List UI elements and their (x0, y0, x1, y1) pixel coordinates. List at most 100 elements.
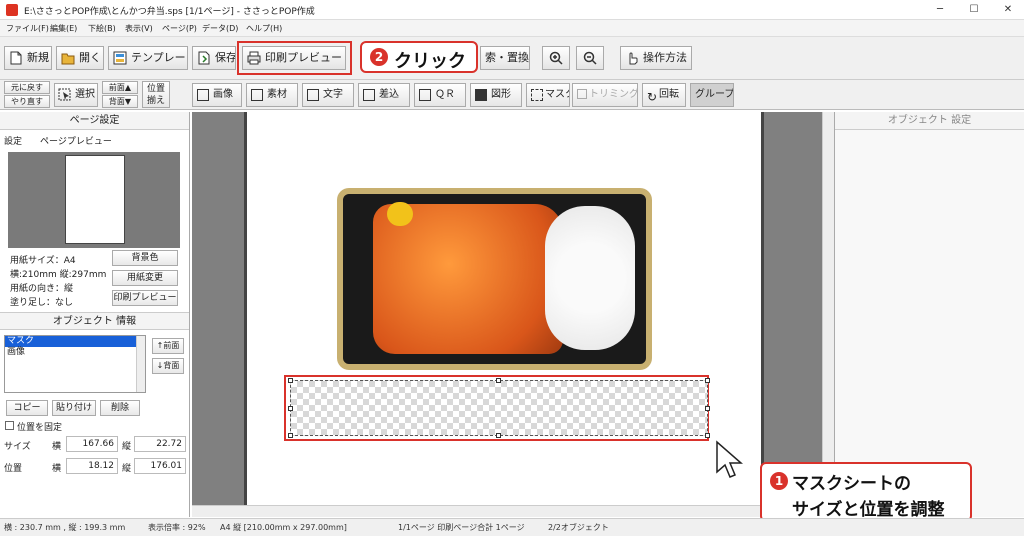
qr-icon (419, 89, 431, 101)
redo-button[interactable]: やり直す (4, 95, 50, 108)
object-list-item-image[interactable]: 画像 (5, 347, 145, 358)
menu-underlay[interactable]: 下絵(B) (88, 23, 116, 34)
text-label: 文字 (323, 89, 343, 100)
minimize-button[interactable]: ─ (928, 2, 952, 18)
paste-button[interactable]: 貼り付け (52, 400, 96, 416)
object-front-button[interactable]: ↑前面 (152, 338, 184, 354)
vertical-scrollbar[interactable] (822, 112, 834, 505)
step1-line2: サイズと位置を調整 (792, 500, 945, 520)
text-icon (307, 89, 319, 101)
close-button[interactable]: ✕ (996, 2, 1020, 18)
menu-file[interactable]: ファイル(F) (6, 23, 49, 34)
status-bar: 横 : 230.7 mm , 縦 : 199.3 mm 表示倍率 : 92% A… (0, 518, 1024, 536)
object-back-button[interactable]: ↓背面 (152, 358, 184, 374)
zoom-out-button[interactable] (576, 46, 604, 70)
trim-button[interactable]: トリミング (572, 83, 638, 107)
template-button[interactable]: テンプレート (108, 46, 188, 70)
tonkatsu-cutlet (373, 204, 563, 354)
qr-button[interactable]: ＱＲ (414, 83, 466, 107)
resize-handle-se[interactable] (705, 433, 710, 438)
search-replace-button[interactable]: 索・置換 (480, 46, 530, 70)
new-button[interactable]: 新規 (4, 46, 52, 70)
paper-orientation-text: 用紙の向き：縦 (10, 284, 74, 294)
save-label: 保存 (215, 51, 236, 64)
status-paper: A4 縦 [210.00mm x 297.00mm] (220, 523, 347, 532)
resize-handle-nw[interactable] (288, 378, 293, 383)
material-icon (251, 89, 263, 101)
text-button[interactable]: 文字 (302, 83, 354, 107)
size-height-field[interactable]: 22.72 (134, 436, 186, 452)
insert-icon (363, 89, 375, 101)
step2-badge: 2 (370, 48, 388, 66)
resize-handle-sw[interactable] (288, 433, 293, 438)
material-button[interactable]: 素材 (246, 83, 298, 107)
horizontal-scrollbar[interactable] (192, 505, 834, 517)
group-button[interactable]: グループ (690, 83, 734, 107)
object-list-item-mask[interactable]: マスク (5, 336, 145, 347)
select-button[interactable]: 選択 (54, 83, 98, 107)
menu-data[interactable]: データ(D) (202, 23, 238, 34)
change-paper-button[interactable]: 用紙変更 (112, 270, 178, 286)
save-button[interactable]: 保存 (192, 46, 236, 70)
menu-edit[interactable]: 編集(E) (50, 23, 77, 34)
position-y-label: 縦 (122, 464, 132, 474)
resize-handle-ne[interactable] (705, 378, 710, 383)
position-y-field[interactable]: 176.01 (134, 458, 186, 474)
help-button[interactable]: 操作方法 (620, 46, 692, 70)
shape-button[interactable]: 図形 (470, 83, 522, 107)
shape-icon (475, 89, 487, 101)
open-folder-icon (61, 53, 75, 65)
open-button[interactable]: 開く (56, 46, 104, 70)
bento-image[interactable] (337, 184, 652, 372)
insert-label: 差込 (379, 89, 399, 100)
undo-button[interactable]: 元に戻す (4, 81, 50, 94)
menu-help[interactable]: ヘルプ(H) (246, 23, 282, 34)
step1-badge: 1 (770, 472, 788, 490)
bring-front-button[interactable]: 前面▲ (102, 81, 138, 94)
resize-handle-n[interactable] (496, 378, 501, 383)
page-print-preview-button[interactable]: 印刷プレビュー (112, 290, 178, 306)
rice-with-sesame (545, 206, 635, 350)
page-canvas[interactable] (244, 112, 764, 505)
align-position-button[interactable]: 位置 揃え (142, 81, 170, 108)
paper-size-text: 用紙サイズ：A4 (10, 256, 76, 266)
zoom-in-button[interactable] (542, 46, 570, 70)
new-file-icon (10, 51, 22, 65)
hand-pointer-icon (629, 52, 638, 65)
fix-position-checkbox[interactable] (5, 421, 14, 430)
mask-button[interactable]: マスク (526, 83, 570, 107)
rotate-button[interactable]: ↻ 回転 (642, 83, 686, 107)
menu-page[interactable]: ページ(P) (162, 23, 197, 34)
window-title: E:\ささっとPOP作成\とんかつ弁当.sps [1/1ページ] - ささっとP… (24, 7, 315, 17)
main-toolbar: 新規 開く テンプレート 保存 印刷プレビュー 索・置換 操作方法 (0, 37, 1024, 80)
template-label: テンプレート (131, 51, 187, 64)
resize-handle-w[interactable] (288, 406, 293, 411)
tab-page-preview[interactable]: ページプレビュー (40, 134, 112, 147)
background-color-button[interactable]: 背景色 (112, 250, 178, 266)
tab-settings[interactable]: 設定 (4, 134, 22, 147)
search-replace-label: 索・置換 (485, 51, 529, 64)
resize-handle-s[interactable] (496, 433, 501, 438)
object-list-scrollbar[interactable] (136, 336, 145, 392)
object-toolbar: 元に戻す やり直す 選択 前面▲ 背面▼ 位置 揃え 画像 素材 文字 差込 Ｑ… (0, 80, 1024, 110)
rotate-label: 回転 (659, 89, 679, 100)
size-width-field[interactable]: 167.66 (66, 436, 118, 452)
copy-button[interactable]: コピー (6, 400, 48, 416)
menu-view[interactable]: 表示(V) (125, 23, 153, 34)
resize-handle-e[interactable] (705, 406, 710, 411)
maximize-button[interactable]: ☐ (962, 2, 986, 18)
position-label: 位置 (146, 84, 165, 94)
position-x-field[interactable]: 18.12 (66, 458, 118, 474)
trim-label: トリミング (589, 89, 638, 100)
new-label: 新規 (27, 51, 49, 64)
trim-icon (577, 89, 587, 99)
image-button[interactable]: 画像 (192, 83, 242, 107)
title-bar: E:\ささっとPOP作成\とんかつ弁当.sps [1/1ページ] - ささっとP… (0, 0, 1024, 20)
mask-sheet[interactable] (288, 378, 710, 438)
insert-button[interactable]: 差込 (358, 83, 410, 107)
save-icon (198, 51, 210, 65)
send-back-button[interactable]: 背面▼ (102, 95, 138, 108)
delete-button[interactable]: 削除 (100, 400, 140, 416)
select-arrow-icon (58, 88, 71, 101)
object-list[interactable]: マスク 画像 (4, 335, 146, 393)
